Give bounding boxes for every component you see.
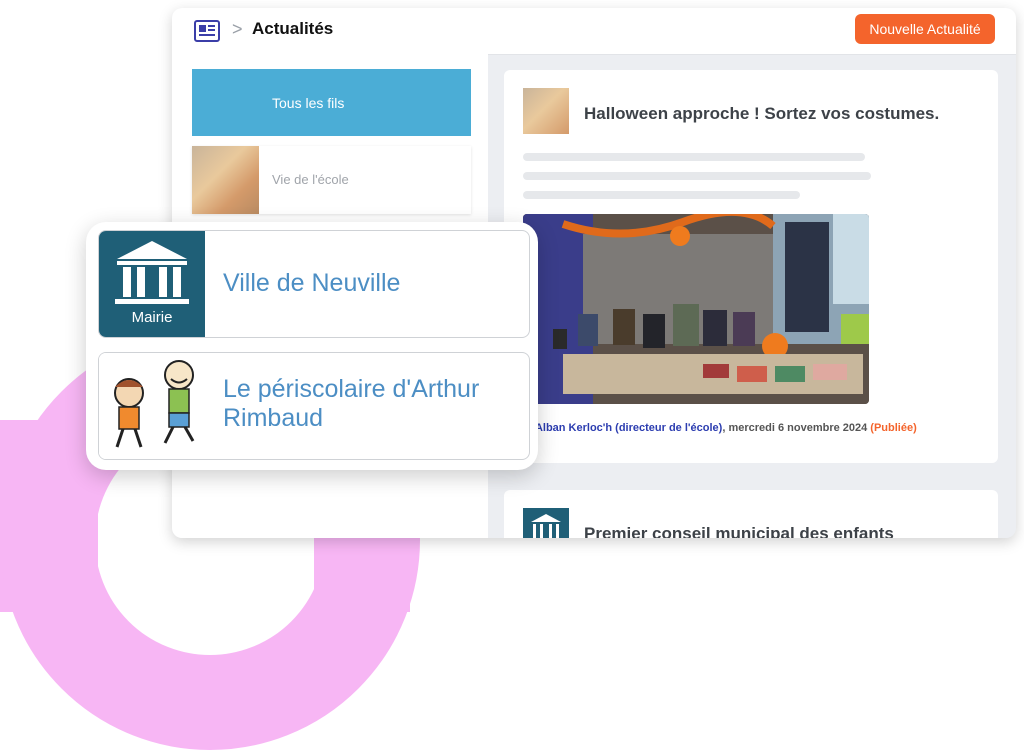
post-card[interactable]: Halloween approche ! Sortez vos costumes… [504, 70, 998, 463]
author-name[interactable]: Alban Kerloc'h (directeur de l'école) [535, 422, 722, 434]
feed-option-ville-de-neuville[interactable]: Mairie Ville de Neuville [98, 230, 530, 338]
sidebar-item-label: Vie de l'école [272, 172, 349, 187]
newspaper-icon [194, 20, 220, 42]
city-hall-icon [115, 241, 189, 304]
city-hall-logo: Mairie [99, 231, 205, 337]
text-placeholder-line [523, 191, 800, 199]
post-title[interactable]: Halloween approche ! Sortez vos costumes… [584, 104, 939, 124]
status-badge: (Publiée) [870, 422, 917, 434]
text-placeholder-line [523, 153, 865, 161]
post-card[interactable]: Premier conseil municipal des enfants [504, 490, 998, 538]
post-title[interactable]: Premier conseil municipal des enfants [584, 524, 894, 538]
page-title: Actualités [252, 19, 334, 38]
feed-option-label: Le périscolaire d'Arthur Rimbaud [223, 375, 480, 432]
top-header: > Actualités Nouvelle Actualité [172, 8, 1016, 55]
feed-selector-popover: Mairie Ville de Neuville Le périscolaire… [86, 222, 538, 470]
sidebar-item-school-life[interactable]: Vie de l'école [192, 146, 471, 214]
sidebar-item-all-feeds[interactable]: Tous les fils [192, 69, 471, 136]
text-placeholder-line [523, 172, 871, 180]
breadcrumb-separator: > [232, 19, 243, 39]
logo-caption: Mairie [131, 309, 173, 326]
decorative-pink-block [314, 530, 410, 612]
post-date: , mercredi 6 novembre 2024 [722, 422, 871, 434]
feed-option-label: Ville de Neuville [223, 269, 401, 297]
post-byline: r Alban Kerloc'h (directeur de l'école),… [528, 422, 917, 434]
children-illustration [99, 353, 205, 459]
post-thumbnail [523, 88, 569, 134]
post-author-link[interactable]: r Alban Kerloc'h (directeur de l'école) [528, 422, 722, 434]
halloween-photo [523, 214, 869, 404]
new-article-button[interactable]: Nouvelle Actualité [855, 14, 995, 44]
classroom-thumbnail [192, 146, 259, 214]
feed-content: Halloween approche ! Sortez vos costumes… [488, 54, 1016, 538]
feed-option-periscolaire[interactable]: Le périscolaire d'Arthur Rimbaud [98, 352, 530, 460]
mairie-logo [523, 508, 569, 538]
